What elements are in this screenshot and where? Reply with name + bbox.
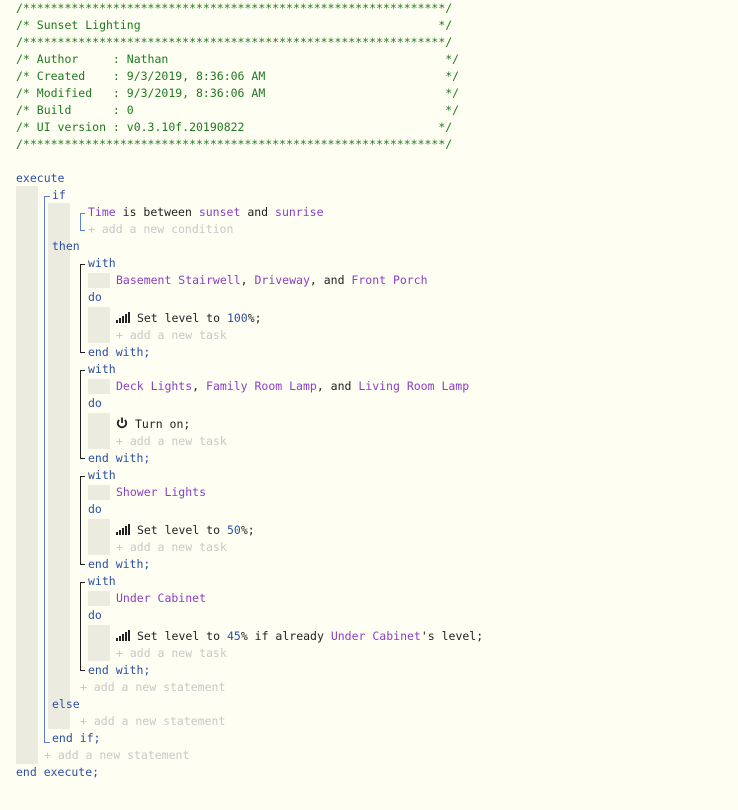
execute-gutter <box>16 186 38 764</box>
end-if-keyword[interactable]: end if; <box>52 731 100 746</box>
end-with-keyword[interactable]: end with; <box>88 557 150 572</box>
task-turn-on[interactable]: Turn on; <box>116 417 190 432</box>
signal-level-icon <box>116 312 130 323</box>
header-build: /* Build : 0 */ <box>16 103 460 117</box>
device-list[interactable]: Deck Lights, Family Room Lamp, and Livin… <box>116 379 469 394</box>
then-keyword[interactable]: then <box>52 239 80 254</box>
device-list[interactable]: Shower Lights <box>116 485 206 500</box>
condition-and: and <box>247 205 269 219</box>
header-created: /* Created : 9/3/2019, 8:36:06 AM */ <box>16 69 460 83</box>
add-condition-link[interactable]: + add a new condition <box>88 222 233 237</box>
condition-line[interactable]: Time is between sunset and sunrise <box>88 205 324 220</box>
task-set-level[interactable]: Set level to 100%; <box>116 311 262 326</box>
task-set-level[interactable]: Set level to 50%; <box>116 523 255 538</box>
add-task-link[interactable]: + add a new task <box>116 434 227 449</box>
end-with-keyword[interactable]: end with; <box>88 451 150 466</box>
add-statement-link[interactable]: + add a new statement <box>44 748 189 763</box>
header-author: /* Author : Nathan */ <box>16 52 460 66</box>
add-task-link[interactable]: + add a new task <box>116 540 227 555</box>
end-with-keyword[interactable]: end with; <box>88 663 150 678</box>
else-keyword[interactable]: else <box>52 697 80 712</box>
header-ui-version: /* UI version : v0.3.10f.20190822 */ <box>16 120 453 134</box>
device-list[interactable]: Basement Stairwell, Driveway, and Front … <box>116 273 428 288</box>
header-border-top: /***************************************… <box>16 1 453 15</box>
add-task-link[interactable]: + add a new task <box>116 328 227 343</box>
with-keyword[interactable]: with <box>88 574 116 589</box>
device-list[interactable]: Under Cabinet <box>116 591 206 606</box>
task-set-level-conditional[interactable]: Set level to 45% if already Under Cabine… <box>116 629 483 644</box>
condition-operator: is between <box>122 205 192 219</box>
if-bracket <box>44 196 45 743</box>
signal-level-icon <box>116 630 130 641</box>
if-gutter <box>48 203 70 729</box>
condition-to[interactable]: sunrise <box>275 205 323 219</box>
with-keyword[interactable]: with <box>88 362 116 377</box>
end-with-keyword[interactable]: end with; <box>88 345 150 360</box>
with-keyword[interactable]: with <box>88 256 116 271</box>
header-border-mid: /***************************************… <box>16 35 453 49</box>
add-statement-link[interactable]: + add a new statement <box>80 680 225 695</box>
if-keyword[interactable]: if <box>52 188 66 203</box>
do-keyword[interactable]: do <box>88 290 102 305</box>
execute-keyword[interactable]: execute <box>16 171 64 186</box>
header-modified: /* Modified : 9/3/2019, 8:36:06 AM */ <box>16 86 460 100</box>
do-keyword[interactable]: do <box>88 608 102 623</box>
condition-subject[interactable]: Time <box>88 205 116 219</box>
signal-level-icon <box>116 524 130 535</box>
condition-from[interactable]: sunset <box>199 205 241 219</box>
header-border-bottom: /***************************************… <box>16 137 453 151</box>
end-execute-keyword[interactable]: end execute; <box>16 765 99 780</box>
add-statement-link[interactable]: + add a new statement <box>80 714 225 729</box>
power-icon <box>116 417 128 429</box>
do-keyword[interactable]: do <box>88 396 102 411</box>
add-task-link[interactable]: + add a new task <box>116 646 227 661</box>
header-title: /* Sunset Lighting */ <box>16 18 453 32</box>
do-keyword[interactable]: do <box>88 502 102 517</box>
with-keyword[interactable]: with <box>88 468 116 483</box>
